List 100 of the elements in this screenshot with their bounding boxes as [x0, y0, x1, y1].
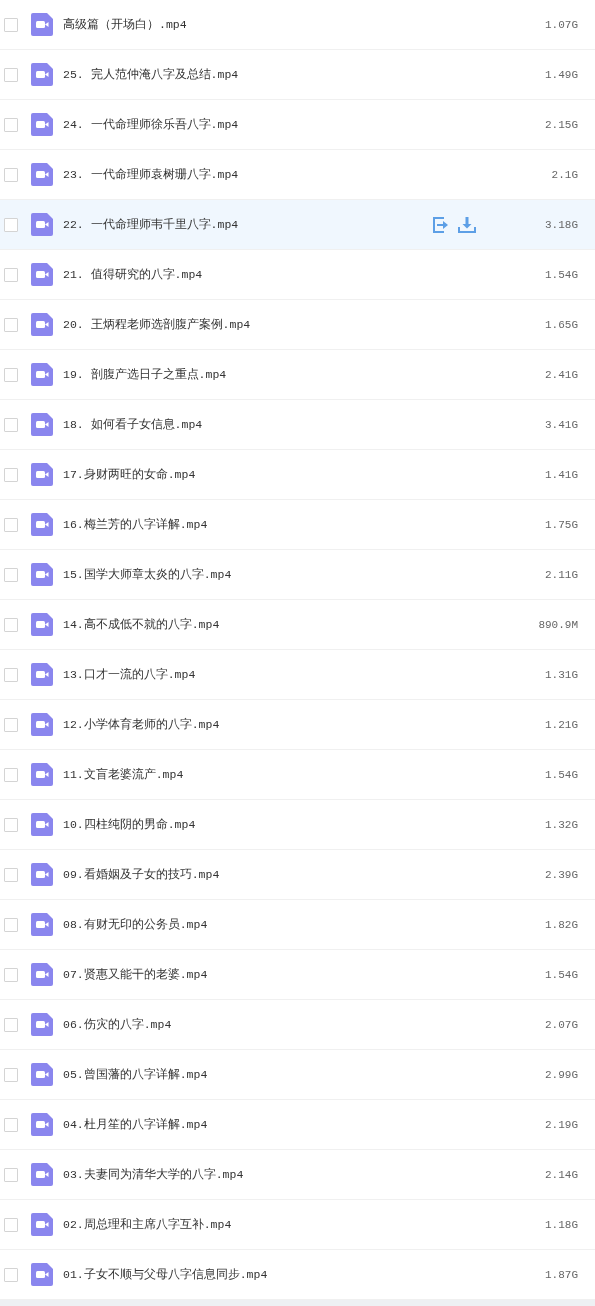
checkbox[interactable]: [4, 817, 18, 832]
file-size: 1.41G: [544, 468, 578, 481]
file-row[interactable]: 13.口才一流的八字.mp4 1.31G: [0, 650, 595, 700]
file-row[interactable]: 高级篇（开场白）.mp4 1.07G: [0, 0, 595, 50]
share-icon[interactable]: [432, 215, 450, 234]
file-size: 3.41G: [544, 418, 578, 431]
file-row[interactable]: 22. 一代命理师韦千里八字.mp4 3.18G: [0, 200, 595, 250]
checkbox[interactable]: [4, 367, 18, 382]
checkbox[interactable]: [4, 867, 18, 882]
video-file-icon: [31, 563, 53, 586]
file-size: 2.99G: [544, 1068, 578, 1081]
file-row[interactable]: 21. 值得研究的八字.mp4 1.54G: [0, 250, 595, 300]
checkbox[interactable]: [4, 1117, 18, 1132]
checkbox[interactable]: [4, 617, 18, 632]
checkbox[interactable]: [4, 267, 18, 282]
file-size: 1.82G: [544, 918, 578, 931]
file-name[interactable]: 03.夫妻同为清华大学的八字.mp4: [63, 1167, 518, 1182]
file-name[interactable]: 12.小学体育老师的八字.mp4: [63, 717, 518, 732]
checkbox[interactable]: [4, 67, 18, 82]
file-size: 1.65G: [544, 318, 578, 331]
checkbox[interactable]: [4, 317, 18, 332]
video-file-icon: [31, 963, 53, 986]
file-row[interactable]: 18. 如何看子女信息.mp4 3.41G: [0, 400, 595, 450]
checkbox[interactable]: [4, 467, 18, 482]
file-size: 1.54G: [544, 968, 578, 981]
checkbox[interactable]: [4, 1217, 18, 1232]
checkbox[interactable]: [4, 217, 18, 232]
file-name[interactable]: 01.子女不顺与父母八字信息同步.mp4: [63, 1267, 518, 1282]
checkbox[interactable]: [4, 517, 18, 532]
file-row[interactable]: 06.伤灾的八字.mp4 2.07G: [0, 1000, 595, 1050]
file-name[interactable]: 20. 王炳程老师选剖腹产案例.mp4: [63, 317, 518, 332]
checkbox[interactable]: [4, 1067, 18, 1082]
checkbox[interactable]: [4, 17, 18, 32]
checkbox[interactable]: [4, 667, 18, 682]
checkbox[interactable]: [4, 717, 18, 732]
download-icon[interactable]: [458, 215, 476, 234]
file-name[interactable]: 21. 值得研究的八字.mp4: [63, 267, 518, 282]
file-name[interactable]: 16.梅兰芳的八字详解.mp4: [63, 517, 518, 532]
file-row[interactable]: 02.周总理和主席八字互补.mp4 1.18G: [0, 1200, 595, 1250]
file-name[interactable]: 14.高不成低不就的八字.mp4: [63, 617, 518, 632]
video-file-icon: [31, 613, 53, 636]
checkbox[interactable]: [4, 1167, 18, 1182]
file-name[interactable]: 18. 如何看子女信息.mp4: [63, 417, 518, 432]
file-row[interactable]: 07.贤惠又能干的老婆.mp4 1.54G: [0, 950, 595, 1000]
file-name[interactable]: 高级篇（开场白）.mp4: [63, 17, 518, 32]
file-row[interactable]: 24. 一代命理师徐乐吾八字.mp4 2.15G: [0, 100, 595, 150]
file-name[interactable]: 24. 一代命理师徐乐吾八字.mp4: [63, 117, 518, 132]
video-file-icon: [31, 1113, 53, 1136]
checkbox[interactable]: [4, 1267, 18, 1282]
file-size: 1.31G: [544, 668, 578, 681]
checkbox[interactable]: [4, 1017, 18, 1032]
file-name[interactable]: 09.看婚姻及子女的技巧.mp4: [63, 867, 518, 882]
file-row[interactable]: 12.小学体育老师的八字.mp4 1.21G: [0, 700, 595, 750]
file-row[interactable]: 05.曾国藩的八字详解.mp4 2.99G: [0, 1050, 595, 1100]
file-row[interactable]: 10.四柱纯阴的男命.mp4 1.32G: [0, 800, 595, 850]
checkbox[interactable]: [4, 967, 18, 982]
file-size: 1.21G: [544, 718, 578, 731]
file-row[interactable]: 16.梅兰芳的八字详解.mp4 1.75G: [0, 500, 595, 550]
checkbox[interactable]: [4, 917, 18, 932]
file-size: 1.07G: [544, 18, 578, 31]
file-name[interactable]: 23. 一代命理师袁树珊八字.mp4: [63, 167, 518, 182]
checkbox[interactable]: [4, 767, 18, 782]
checkbox[interactable]: [4, 117, 18, 132]
file-row[interactable]: 08.有财无印的公务员.mp4 1.82G: [0, 900, 595, 950]
file-size: 1.54G: [544, 768, 578, 781]
file-name[interactable]: 19. 剖腹产选日子之重点.mp4: [63, 367, 518, 382]
file-row[interactable]: 15.国学大师章太炎的八字.mp4 2.11G: [0, 550, 595, 600]
file-name[interactable]: 11.文盲老婆流产.mp4: [63, 767, 518, 782]
file-name[interactable]: 05.曾国藩的八字详解.mp4: [63, 1067, 518, 1082]
file-name[interactable]: 17.身财两旺的女命.mp4: [63, 467, 518, 482]
file-size: 2.39G: [544, 868, 578, 881]
file-row[interactable]: 20. 王炳程老师选剖腹产案例.mp4 1.65G: [0, 300, 595, 350]
checkbox[interactable]: [4, 167, 18, 182]
file-name[interactable]: 07.贤惠又能干的老婆.mp4: [63, 967, 518, 982]
checkbox[interactable]: [4, 567, 18, 582]
file-size: 1.18G: [544, 1218, 578, 1231]
file-row[interactable]: 09.看婚姻及子女的技巧.mp4 2.39G: [0, 850, 595, 900]
video-file-icon: [31, 1213, 53, 1236]
file-row[interactable]: 03.夫妻同为清华大学的八字.mp4 2.14G: [0, 1150, 595, 1200]
file-row[interactable]: 17.身财两旺的女命.mp4 1.41G: [0, 450, 595, 500]
video-file-icon: [31, 113, 53, 136]
file-name[interactable]: 15.国学大师章太炎的八字.mp4: [63, 567, 518, 582]
file-size: 2.19G: [544, 1118, 578, 1131]
file-row[interactable]: 25. 完人范仲淹八字及总结.mp4 1.49G: [0, 50, 595, 100]
file-name[interactable]: 13.口才一流的八字.mp4: [63, 667, 518, 682]
file-name[interactable]: 10.四柱纯阴的男命.mp4: [63, 817, 518, 832]
file-name[interactable]: 02.周总理和主席八字互补.mp4: [63, 1217, 518, 1232]
file-name[interactable]: 04.杜月笙的八字详解.mp4: [63, 1117, 518, 1132]
file-row[interactable]: 04.杜月笙的八字详解.mp4 2.19G: [0, 1100, 595, 1150]
file-name[interactable]: 06.伤灾的八字.mp4: [63, 1017, 518, 1032]
file-size: 2.41G: [544, 368, 578, 381]
file-name[interactable]: 22. 一代命理师韦千里八字.mp4: [63, 217, 432, 232]
file-name[interactable]: 08.有财无印的公务员.mp4: [63, 917, 518, 932]
checkbox[interactable]: [4, 417, 18, 432]
file-row[interactable]: 14.高不成低不就的八字.mp4 890.9M: [0, 600, 595, 650]
file-row[interactable]: 19. 剖腹产选日子之重点.mp4 2.41G: [0, 350, 595, 400]
file-name[interactable]: 25. 完人范仲淹八字及总结.mp4: [63, 67, 518, 82]
file-row[interactable]: 11.文盲老婆流产.mp4 1.54G: [0, 750, 595, 800]
file-size: 2.14G: [544, 1168, 578, 1181]
file-size: 2.1G: [550, 168, 578, 181]
